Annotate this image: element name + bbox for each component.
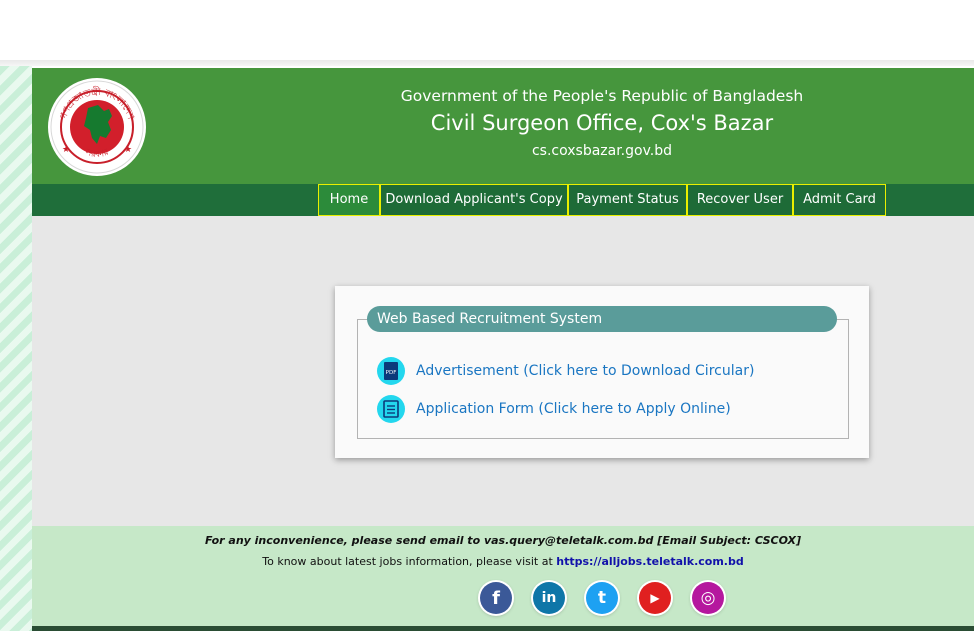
browser-top-area <box>0 0 974 61</box>
facebook-icon[interactable]: f <box>480 582 512 614</box>
left-stripe-decoration <box>0 66 32 631</box>
nav-download-applicants-copy[interactable]: Download Applicant's Copy <box>380 184 568 216</box>
recruitment-card: Web Based Recruitment System PDF Adverti… <box>335 286 869 458</box>
svg-text:★: ★ <box>124 145 132 155</box>
nav-admit-card[interactable]: Admit Card <box>793 184 886 216</box>
advertisement-link[interactable]: PDF Advertisement (Click here to Downloa… <box>377 357 754 385</box>
svg-text:★: ★ <box>62 145 70 155</box>
application-form-link[interactable]: Application Form (Click here to Apply On… <box>377 395 731 423</box>
panel-legend: Web Based Recruitment System <box>367 306 837 332</box>
site-footer: For any inconvenience, please send email… <box>32 526 974 626</box>
svg-text:PDF: PDF <box>386 370 397 376</box>
linkedin-icon[interactable]: in <box>533 582 565 614</box>
youtube-icon[interactable]: ▶ <box>639 582 671 614</box>
twitter-icon[interactable]: t <box>586 582 618 614</box>
top-divider <box>0 60 974 66</box>
support-email-notice: For any inconvenience, please send email… <box>204 534 802 547</box>
bottom-bar <box>32 626 974 631</box>
instagram-icon[interactable]: ◎ <box>692 582 724 614</box>
advertisement-link-label[interactable]: Advertisement (Click here to Download Ci… <box>416 361 754 381</box>
nav-home[interactable]: Home <box>318 184 380 216</box>
site-header: গণপ্রজাতন্ত্রী বাংলাদেশ সরকার ★ ★ Govern… <box>32 68 974 184</box>
jobs-info-text: To know about latest jobs information, p… <box>262 555 553 568</box>
government-seal-logo: গণপ্রজাতন্ত্রী বাংলাদেশ সরকার ★ ★ <box>48 78 146 176</box>
nav-recover-user[interactable]: Recover User <box>687 184 793 216</box>
form-icon <box>377 395 405 423</box>
pdf-icon: PDF <box>377 357 405 385</box>
office-title: Civil Surgeon Office, Cox's Bazar <box>430 111 774 135</box>
site-domain: cs.coxsbazar.gov.bd <box>531 143 673 159</box>
main-nav: Home Download Applicant's Copy Payment S… <box>32 184 974 216</box>
nav-payment-status[interactable]: Payment Status <box>568 184 687 216</box>
application-form-link-label[interactable]: Application Form (Click here to Apply On… <box>416 399 731 419</box>
main-content: Web Based Recruitment System PDF Adverti… <box>32 216 974 526</box>
alljobs-link[interactable]: https://alljobs.teletalk.com.bd <box>556 555 743 568</box>
header-titles: Government of the People's Republic of B… <box>352 86 852 162</box>
government-title: Government of the People's Republic of B… <box>400 87 804 105</box>
jobs-info-line: To know about latest jobs information, p… <box>32 555 974 568</box>
